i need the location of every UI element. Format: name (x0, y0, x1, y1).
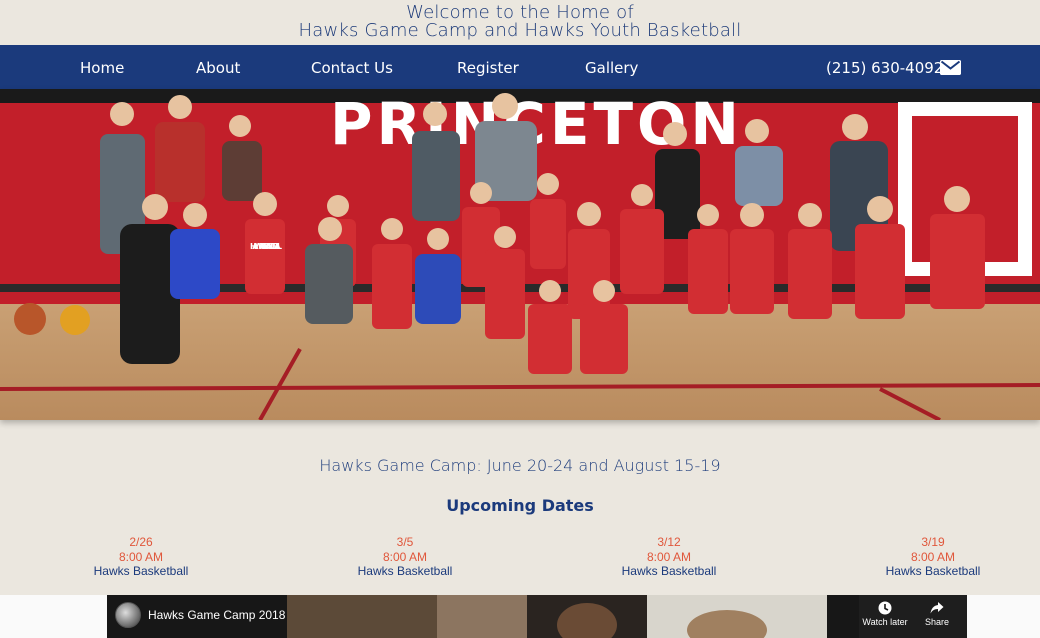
team-photo: PRINCETON HAWKS Youth BASKETBALL (0, 89, 1040, 420)
event-title: Hawks Basketball (621, 564, 717, 578)
event-item[interactable]: 3/5 8:00 AM Hawks Basketball (335, 535, 475, 579)
video-embed[interactable]: Hawks Game Camp 2018 Watch later Share (107, 595, 967, 638)
event-time: 8:00 AM (118, 549, 164, 564)
nav-gallery[interactable]: Gallery (585, 59, 638, 77)
jersey-text: HAWKS Youth BASKETBALL (250, 242, 282, 251)
nav-about[interactable]: About (196, 59, 240, 77)
video-title[interactable]: Hawks Game Camp 2018 (148, 608, 285, 622)
share-label: Share (924, 617, 950, 627)
channel-avatar[interactable] (115, 602, 141, 628)
share-arrow-icon (930, 602, 944, 614)
envelope-icon[interactable] (940, 60, 961, 75)
share-button[interactable]: Share (912, 601, 962, 627)
watch-later-label: Watch later (862, 617, 908, 627)
event-title: Hawks Basketball (885, 564, 981, 578)
nav-home[interactable]: Home (80, 59, 124, 77)
header-site-name: Hawks Game Camp and Hawks Youth Basketba… (298, 20, 742, 41)
nav-contact-us[interactable]: Contact Us (311, 59, 393, 77)
header-welcome-line: Welcome to the Home of (406, 2, 634, 23)
event-title: Hawks Basketball (93, 564, 189, 578)
site-header: Welcome to the Home of Hawks Game Camp a… (0, 0, 1040, 45)
event-date: 3/19 (921, 535, 945, 549)
main-nav: Home About Contact Us Register Gallery (… (0, 45, 1040, 89)
clock-icon (878, 601, 892, 615)
camp-dates: Hawks Game Camp: June 20-24 and August 1… (319, 456, 721, 475)
event-item[interactable]: 2/26 8:00 AM Hawks Basketball (71, 535, 211, 579)
nav-register[interactable]: Register (457, 59, 519, 77)
event-item[interactable]: 3/12 8:00 AM Hawks Basketball (599, 535, 739, 579)
event-date: 3/5 (396, 535, 414, 549)
upcoming-dates-heading: Upcoming Dates (446, 496, 594, 515)
watch-later-button[interactable]: Watch later (860, 601, 910, 627)
event-time: 8:00 AM (382, 549, 428, 564)
event-title: Hawks Basketball (357, 564, 453, 578)
phone-number-link[interactable]: (215) 630-4092 (826, 59, 943, 77)
event-item[interactable]: 3/19 8:00 AM Hawks Basketball (863, 535, 1003, 579)
event-date: 2/26 (129, 535, 153, 549)
event-date: 3/12 (657, 535, 681, 549)
event-time: 8:00 AM (646, 549, 692, 564)
event-time: 8:00 AM (910, 549, 956, 564)
